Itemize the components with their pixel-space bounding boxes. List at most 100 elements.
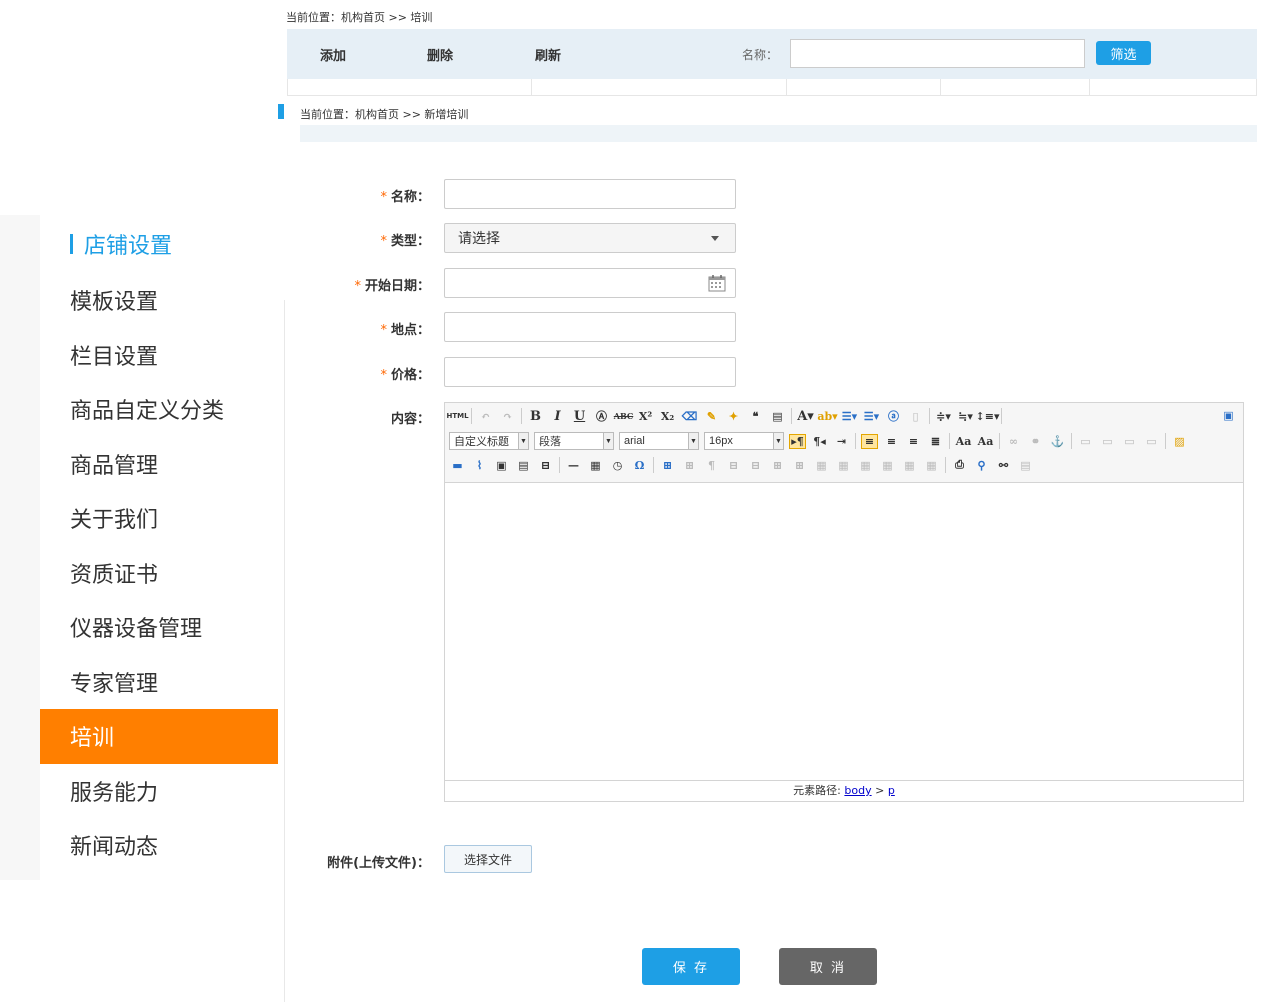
insert-table-icon[interactable]: ⊞ (659, 458, 676, 473)
save-button[interactable]: 保 存 (642, 948, 740, 985)
ltr-icon[interactable]: ▸¶ (789, 433, 806, 449)
image-none-icon[interactable]: ▭ (1077, 434, 1094, 449)
draft-icon[interactable]: ▤ (1017, 458, 1034, 473)
save-doc-icon[interactable]: ▬ (449, 458, 466, 473)
indent-icon[interactable]: ⇥ (833, 434, 850, 449)
merge-cells-icon[interactable]: ▦ (813, 458, 830, 473)
bold-icon[interactable]: B (527, 409, 544, 424)
sidebar-item-experts[interactable]: 专家管理 (40, 655, 278, 710)
unordered-list-icon[interactable]: ☰▾ (863, 409, 880, 424)
row-spacing-top-icon[interactable]: ≑▾ (935, 409, 952, 424)
align-center-icon[interactable]: ≡ (883, 434, 900, 449)
select-all-icon[interactable]: ⓐ (885, 409, 902, 424)
refresh-button[interactable]: 刷新 (535, 45, 561, 64)
lowercase-icon[interactable]: Aa (977, 434, 994, 449)
delete-col-icon[interactable]: ⊞ (791, 458, 808, 473)
insert-frame-icon[interactable]: ▣ (493, 458, 510, 473)
paste-plain-icon[interactable]: ▤ (769, 409, 786, 424)
image-right-icon[interactable]: ▭ (1121, 434, 1138, 449)
sidebar-item-news[interactable]: 新闻动态 (40, 818, 278, 873)
attachment-icon[interactable]: ⌇ (471, 458, 488, 473)
image-left-icon[interactable]: ▭ (1099, 434, 1116, 449)
anchor-icon[interactable]: ⚓ (1049, 434, 1066, 449)
unlink-icon[interactable]: ⚭ (1027, 434, 1044, 449)
sidebar-item-equipment[interactable]: 仪器设备管理 (40, 600, 278, 655)
template-icon[interactable]: ▤ (515, 458, 532, 473)
font-border-icon[interactable]: Ⓐ (593, 409, 610, 424)
delete-table-icon[interactable]: ⊞ (681, 458, 698, 473)
split-cols-icon[interactable]: ▦ (923, 458, 940, 473)
rtl-icon[interactable]: ¶◂ (811, 434, 828, 449)
subscript-icon[interactable]: X₂ (659, 409, 676, 424)
ordered-list-icon[interactable]: ☰▾ (841, 409, 858, 424)
choose-file-button[interactable]: 选择文件 (444, 845, 532, 873)
insert-image-icon[interactable]: ▨ (1171, 434, 1188, 449)
date-icon[interactable]: ▦ (587, 458, 604, 473)
font-color-icon[interactable]: A▾ (797, 409, 814, 424)
font-family-combo[interactable]: arial ▼ (619, 432, 699, 450)
editor-content-area[interactable] (445, 483, 1243, 780)
type-select[interactable]: 请选择 (444, 223, 736, 253)
strikethrough-icon[interactable]: ABC (614, 409, 633, 424)
delete-row-icon[interactable]: ⊟ (747, 458, 764, 473)
align-right-icon[interactable]: ≡ (905, 434, 922, 449)
sidebar-item-service-capability[interactable]: 服务能力 (40, 764, 278, 819)
html-source-button[interactable]: HTML (446, 409, 468, 424)
delete-button[interactable]: 删除 (427, 45, 453, 64)
price-input[interactable] (444, 357, 736, 387)
link-icon[interactable]: ∞ (1005, 434, 1022, 449)
preview-icon[interactable]: ⚲ (973, 458, 990, 473)
auto-format-icon[interactable]: ✦ (725, 409, 742, 424)
align-justify-icon[interactable]: ≣ (927, 434, 944, 449)
time-icon[interactable]: ◷ (609, 458, 626, 473)
calendar-icon[interactable] (707, 273, 727, 293)
sidebar-item-training[interactable]: 培训 (40, 709, 278, 764)
sidebar-item-product-management[interactable]: 商品管理 (40, 437, 278, 492)
merge-right-icon[interactable]: ▦ (835, 458, 852, 473)
line-height-icon[interactable]: ↕≡▾ (976, 409, 1000, 424)
redo-icon[interactable]: ↷ (499, 409, 516, 424)
undo-icon[interactable]: ↶ (477, 409, 494, 424)
blockquote-icon[interactable]: ❝ (747, 409, 764, 424)
uppercase-icon[interactable]: Aa (955, 434, 972, 449)
filter-button[interactable]: 筛选 (1096, 41, 1151, 65)
sidebar-item-certificates[interactable]: 资质证书 (40, 546, 278, 601)
eraser-icon[interactable]: ⌫ (681, 409, 698, 424)
location-input[interactable] (444, 312, 736, 342)
insert-col-icon[interactable]: ⊞ (769, 458, 786, 473)
name-input[interactable] (444, 179, 736, 209)
search-replace-icon[interactable]: ⚯ (995, 458, 1012, 473)
sidebar-item-column-settings[interactable]: 栏目设置 (40, 328, 278, 383)
cancel-button[interactable]: 取 消 (779, 948, 877, 985)
paragraph-combo[interactable]: 段落 ▼ (534, 432, 614, 450)
horizontal-rule-icon[interactable]: — (565, 458, 582, 473)
insert-paragraph-icon[interactable]: ¶ (703, 458, 720, 473)
filter-name-input[interactable] (790, 39, 1085, 68)
sidebar-item-about-us[interactable]: 关于我们 (40, 491, 278, 546)
clear-doc-icon[interactable]: ▯ (907, 409, 924, 424)
align-left-icon[interactable]: ≡ (861, 433, 878, 449)
superscript-icon[interactable]: X² (637, 409, 654, 424)
row-spacing-bottom-icon[interactable]: ≒▾ (957, 409, 974, 424)
add-button[interactable]: 添加 (320, 45, 346, 64)
page-break-icon[interactable]: ⊟ (537, 458, 554, 473)
background-color-icon[interactable]: ab▾ (817, 409, 837, 424)
underline-icon[interactable]: U (571, 409, 588, 424)
heading-combo[interactable]: 自定义标题 ▼ (449, 432, 529, 450)
split-cells-icon[interactable]: ▦ (879, 458, 896, 473)
start-date-input[interactable] (444, 268, 736, 298)
print-icon[interactable]: ⎙ (951, 458, 968, 473)
split-rows-icon[interactable]: ▦ (901, 458, 918, 473)
merge-down-icon[interactable]: ▦ (857, 458, 874, 473)
path-p-link[interactable]: p (888, 784, 895, 797)
image-center-icon[interactable]: ▭ (1143, 434, 1160, 449)
fullscreen-icon[interactable]: ▣ (1220, 408, 1237, 423)
sidebar-item-template-settings[interactable]: 模板设置 (40, 273, 278, 328)
italic-icon[interactable]: I (549, 409, 566, 424)
font-size-combo[interactable]: 16px ▼ (704, 432, 784, 450)
special-chars-icon[interactable]: Ω (631, 458, 648, 473)
insert-row-icon[interactable]: ⊟ (725, 458, 742, 473)
format-painter-icon[interactable]: ✎ (703, 409, 720, 424)
path-body-link[interactable]: body (844, 784, 871, 797)
sidebar-item-product-categories[interactable]: 商品自定义分类 (40, 382, 278, 437)
